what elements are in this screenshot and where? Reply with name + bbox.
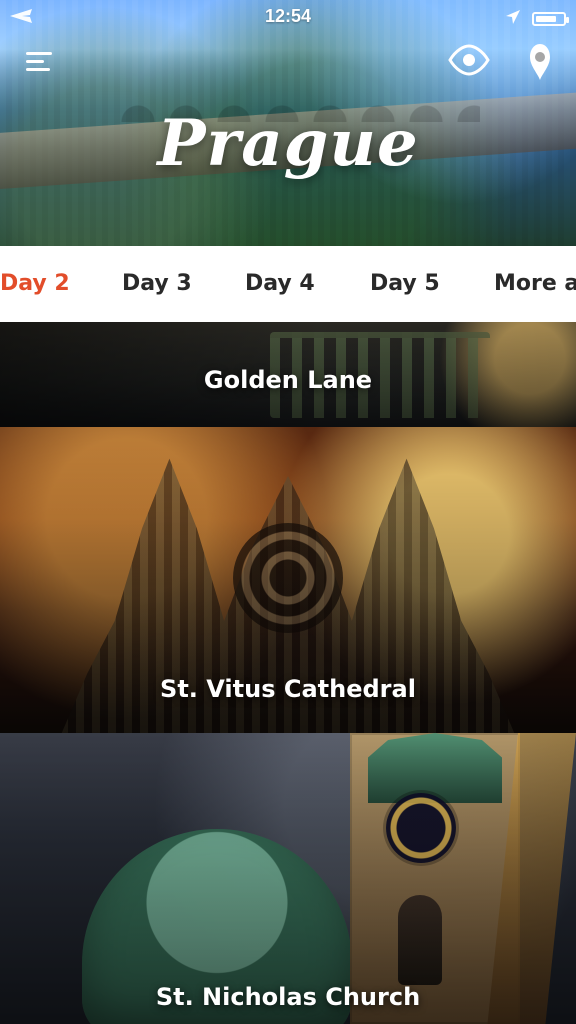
card-image-shade — [0, 733, 576, 1024]
tab-day-4[interactable]: Day 4 — [245, 271, 315, 296]
city-title: Prague — [157, 106, 419, 181]
status-right-icons — [504, 8, 569, 30]
map-pin-icon — [530, 44, 550, 80]
visibility-button[interactable] — [446, 42, 492, 78]
menu-icon — [26, 52, 52, 71]
battery-level — [536, 16, 556, 22]
status-bar: 12:54 — [0, 0, 576, 32]
menu-button[interactable] — [20, 44, 60, 78]
place-card-golden-lane[interactable]: Golden Lane — [0, 322, 576, 427]
eye-icon — [448, 44, 490, 76]
place-card-st-vitus-cathedral[interactable]: St. Vitus Cathedral — [0, 427, 576, 733]
place-card-st-nicholas-church[interactable]: St. Nicholas Church — [0, 733, 576, 1024]
tab-more[interactable]: More a — [494, 271, 576, 296]
battery-icon — [532, 12, 569, 26]
tab-day-3[interactable]: Day 3 — [122, 271, 192, 296]
status-time: 12:54 — [264, 6, 312, 26]
map-button[interactable] — [524, 40, 556, 82]
hero-banner: 12:54 Prague — [0, 0, 576, 246]
place-title: St. Vitus Cathedral — [160, 675, 416, 703]
location-arrow-icon — [504, 8, 522, 30]
tab-day-5[interactable]: Day 5 — [370, 271, 440, 296]
place-title: Golden Lane — [203, 366, 373, 394]
tab-day-2[interactable]: Day 2 — [0, 271, 70, 296]
place-title: St. Nicholas Church — [155, 983, 421, 1011]
day-tabs: Day 2 Day 3 Day 4 Day 5 More a — [0, 246, 576, 323]
